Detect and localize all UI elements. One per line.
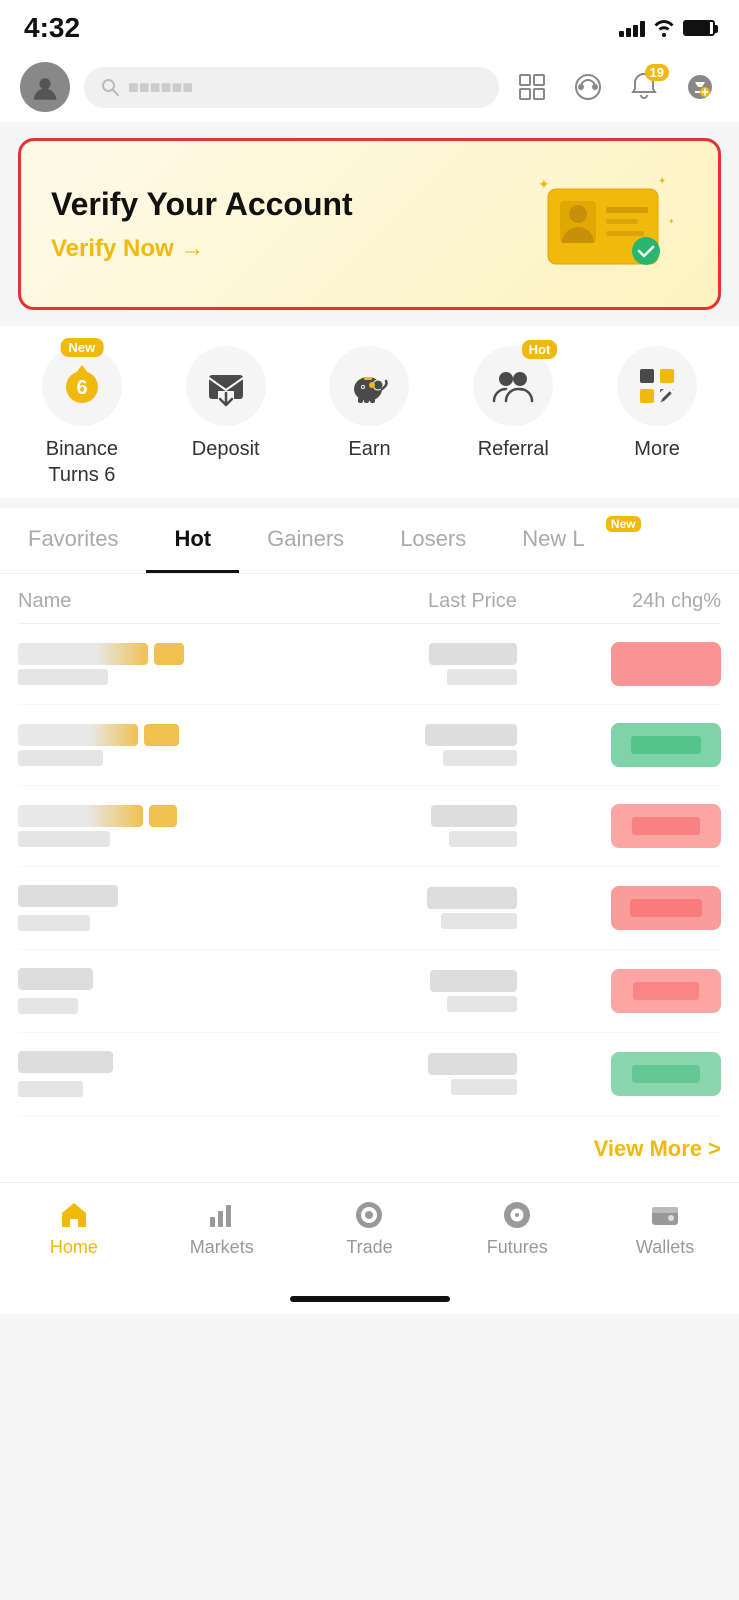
col-price: Last Price [290,590,517,613]
verify-image: ✦ ✦ ✦ [528,169,688,279]
table-row[interactable] [18,950,721,1033]
home-icon [58,1199,90,1231]
fullscreen-button[interactable] [513,68,551,106]
action-label-more: More [634,436,680,462]
svg-text:✦: ✦ [538,176,550,192]
wallets-icon [649,1199,681,1231]
markets-icon [206,1199,238,1231]
col-name: Name [18,590,290,613]
cell-change [517,804,721,848]
cell-change [517,642,721,686]
verify-banner[interactable]: Verify Your Account Verify Now → ✦ ✦ ✦ [18,138,721,310]
cell-price [290,970,517,1012]
top-nav: ■■■■■■ 19 [0,52,739,122]
view-more-section: View More > [0,1116,739,1182]
action-earn[interactable]: Earn [314,346,424,488]
cell-change [517,723,721,767]
status-bar: 4:32 [0,0,739,52]
cell-name [18,968,290,1014]
action-deposit[interactable]: Deposit [171,346,281,488]
bottom-nav-home[interactable]: Home [0,1199,148,1258]
hot-badge: Hot [522,340,558,359]
action-label-referral: Referral [478,436,549,462]
cell-name [18,724,290,766]
notification-button[interactable]: 19 [625,68,663,106]
svg-text:✦: ✦ [658,176,666,187]
cell-change [517,886,721,930]
signal-icon [619,19,645,37]
table-row[interactable] [18,705,721,786]
support-button[interactable] [569,68,607,106]
tab-losers[interactable]: Losers [372,508,494,573]
cell-name [18,643,290,685]
notification-badge: 19 [645,64,669,81]
search-bar[interactable]: ■■■■■■ [84,67,499,108]
avatar[interactable] [20,62,70,112]
nav-icons: 19 [513,68,719,106]
table-row[interactable] [18,624,721,705]
bottom-nav-label-home: Home [50,1237,98,1258]
cell-change [517,969,721,1013]
cell-change [517,1052,721,1096]
cell-price [290,1053,517,1095]
bottom-nav-markets[interactable]: Markets [148,1199,296,1258]
table-row[interactable] [18,786,721,867]
wallet-quick-button[interactable] [681,68,719,106]
table-row[interactable] [18,1033,721,1116]
cell-price [290,887,517,929]
cell-price [290,805,517,847]
search-placeholder: ■■■■■■ [128,77,193,98]
bottom-nav-label-markets: Markets [190,1237,254,1258]
bottom-nav-label-wallets: Wallets [636,1237,694,1258]
cell-price [290,643,517,685]
action-referral[interactable]: Hot Referral [458,346,568,488]
status-icons [619,19,715,37]
tab-favorites[interactable]: Favorites [0,508,146,573]
bottom-nav-futures[interactable]: Futures [443,1199,591,1258]
home-indicator [0,1288,739,1314]
bottom-nav: Home Markets Trade Futures Walle [0,1182,739,1288]
action-binance-turns-6[interactable]: New 6 BinanceTurns 6 [27,346,137,488]
bottom-nav-wallets[interactable]: Wallets [591,1199,739,1258]
bottom-nav-label-futures: Futures [487,1237,548,1258]
cell-name [18,805,290,847]
search-icon [100,77,120,97]
bottom-nav-trade[interactable]: Trade [296,1199,444,1258]
tab-gainers[interactable]: Gainers [239,508,372,573]
action-label-earn: Earn [348,436,390,462]
status-time: 4:32 [24,12,80,44]
view-more-link[interactable]: View More > [594,1136,721,1162]
action-label-binance: BinanceTurns 6 [46,436,118,488]
tab-hot[interactable]: Hot [146,508,239,573]
futures-icon [501,1199,533,1231]
quick-actions: New 6 BinanceTurns 6 Deposit [0,326,739,498]
verify-title: Verify Your Account [51,185,353,223]
col-change: 24h chg% [517,590,721,613]
action-more[interactable]: More [602,346,712,488]
cell-name [18,885,290,931]
battery-icon [683,20,715,36]
tab-new-listing[interactable]: New L [494,508,644,573]
trade-icon [353,1199,385,1231]
verify-link[interactable]: Verify Now → [51,235,353,263]
table-header: Name Last Price 24h chg% [18,574,721,624]
wifi-icon [653,19,675,37]
verify-text: Verify Your Account Verify Now → [51,185,353,263]
svg-text:6: 6 [76,377,87,399]
cell-name [18,1051,290,1097]
action-label-deposit: Deposit [192,436,260,462]
table-row[interactable] [18,867,721,950]
bottom-nav-label-trade: Trade [346,1237,392,1258]
market-tabs: Favorites Hot Gainers Losers New L [0,508,739,574]
new-badge: New [61,338,104,357]
market-table: Name Last Price 24h chg% [0,574,739,1116]
cell-price [290,724,517,766]
svg-text:✦: ✦ [668,217,675,226]
home-bar [290,1296,450,1302]
